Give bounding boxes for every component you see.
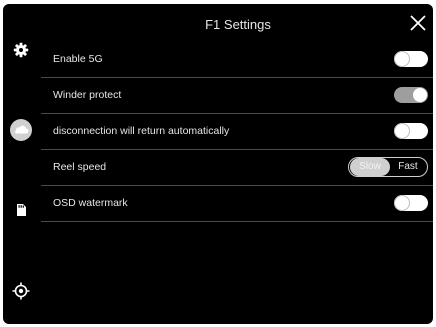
setting-row-osd-watermark: OSD watermark xyxy=(41,186,433,222)
gear-icon[interactable] xyxy=(9,38,33,62)
setting-row-auto-return: disconnection will return automatically xyxy=(41,114,433,150)
setting-row-winder-protect: Winder protect xyxy=(41,78,433,114)
reel-speed-slow-option[interactable]: Slow xyxy=(350,158,390,176)
enable-5g-toggle[interactable] xyxy=(394,51,428,67)
reel-speed-fast-option[interactable]: Fast xyxy=(389,158,427,176)
setting-label: Reel speed xyxy=(53,161,107,173)
toggle-knob xyxy=(395,196,409,210)
osd-watermark-toggle[interactable] xyxy=(394,195,428,211)
setting-row-enable-5g: Enable 5G xyxy=(41,42,433,78)
crosshair-icon[interactable] xyxy=(9,279,33,303)
setting-row-reel-speed: Reel speed Slow Fast xyxy=(41,150,433,186)
auto-return-toggle[interactable] xyxy=(394,123,428,139)
close-icon[interactable] xyxy=(409,14,427,32)
setting-label: Enable 5G xyxy=(53,53,103,65)
setting-label: disconnection will return automatically xyxy=(53,125,230,137)
sd-card-icon[interactable] xyxy=(9,198,33,222)
winder-protect-toggle[interactable] xyxy=(394,87,428,103)
toggle-knob xyxy=(395,52,409,66)
page-title: F1 Settings xyxy=(205,17,271,32)
toggle-knob xyxy=(413,88,427,102)
setting-label: OSD watermark xyxy=(53,197,128,209)
settings-window: F1 Settings Enable 5G Winder protect dis… xyxy=(3,4,433,324)
sidebar xyxy=(3,4,43,324)
toggle-knob xyxy=(395,124,409,138)
cloud-icon[interactable] xyxy=(9,118,33,142)
reel-speed-segmented-control: Slow Fast xyxy=(348,157,428,177)
setting-label: Winder protect xyxy=(53,89,122,101)
